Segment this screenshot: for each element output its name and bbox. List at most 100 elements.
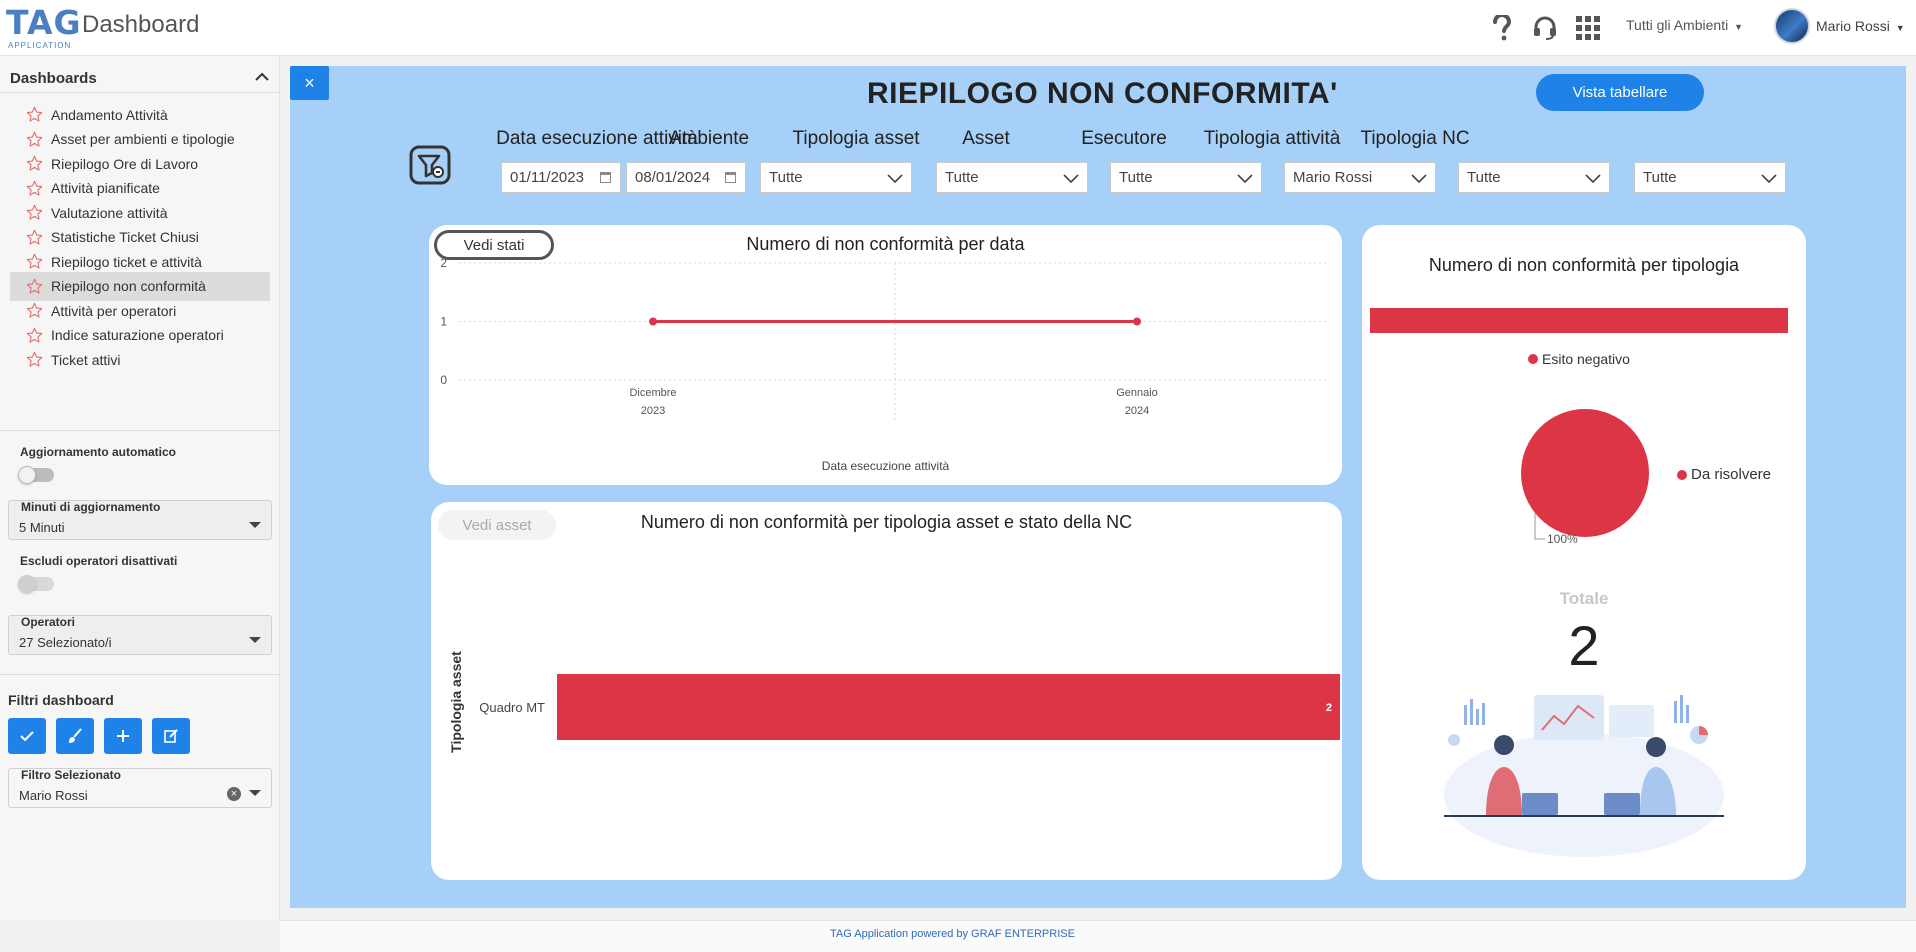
tipologia-asset-dropdown[interactable]: Tutte bbox=[936, 162, 1088, 193]
sidebar-item-label: Riepilogo ticket e attività bbox=[51, 253, 202, 270]
filters-title: Filtri dashboard bbox=[8, 692, 114, 708]
sidebar-item-label: Asset per ambienti e tipologie bbox=[51, 131, 235, 147]
environment-selector[interactable]: Tutti gli Ambienti ▼ bbox=[1626, 17, 1743, 33]
exclude-inactive-label: Escludi operatori disattivati bbox=[20, 554, 178, 568]
close-report-button[interactable]: × bbox=[290, 66, 329, 100]
star-icon[interactable] bbox=[26, 253, 43, 270]
calendar-icon[interactable] bbox=[600, 172, 611, 183]
legend-dot bbox=[1677, 469, 1687, 480]
date-from-input[interactable]: 01/11/2023 bbox=[501, 162, 621, 193]
caret-down-icon bbox=[249, 790, 261, 796]
tipologia-attivita-value: Tutte bbox=[1467, 169, 1501, 186]
esecutore-value: Mario Rossi bbox=[1293, 169, 1373, 186]
minutes-value: 5 Minuti bbox=[19, 520, 65, 535]
selected-filter-select[interactable]: Filtro Selezionato Mario Rossi × bbox=[8, 768, 272, 808]
sidebar-item-label: Statistiche Ticket Chiusi bbox=[51, 229, 199, 245]
tipologia-asset-value: Tutte bbox=[945, 169, 979, 186]
esecutore-dropdown[interactable]: Mario Rossi bbox=[1284, 162, 1436, 193]
sidebar-item-label: Attività pianificate bbox=[51, 180, 160, 196]
user-menu[interactable]: Mario Rossi ▼ bbox=[1816, 18, 1905, 34]
check-icon bbox=[20, 731, 34, 742]
auto-update-toggle[interactable] bbox=[18, 466, 54, 484]
minutes-select[interactable]: Minuti di aggiornamento 5 Minuti bbox=[8, 500, 272, 540]
footer: TAG Application powered by GRAF ENTERPRI… bbox=[280, 920, 1916, 952]
y-tick-label: 0 bbox=[440, 373, 447, 387]
apps-grid-icon[interactable] bbox=[1574, 14, 1602, 42]
sidebar-item-label: Andamento Attività bbox=[51, 106, 168, 123]
toggle-knob bbox=[18, 466, 36, 484]
star-icon[interactable] bbox=[26, 155, 43, 172]
bar bbox=[557, 674, 1340, 740]
x-tick-label: Gennaio bbox=[1116, 387, 1158, 399]
app-logo[interactable]: TAG APPLICATION bbox=[6, 3, 82, 51]
divider bbox=[0, 92, 279, 93]
tipologia-nc-dropdown[interactable]: Tutte bbox=[1634, 162, 1786, 193]
tipologia-attivita-dropdown[interactable]: Tutte bbox=[1458, 162, 1610, 193]
selected-filter-label: Filtro Selezionato bbox=[21, 768, 122, 782]
chevron-down-icon bbox=[1585, 174, 1601, 184]
sidebar-item-label: Indice saturazione operatori bbox=[51, 327, 224, 343]
totale-value: 2 bbox=[1568, 614, 1600, 677]
category-label: Quadro MT bbox=[479, 700, 545, 715]
support-headset-icon[interactable] bbox=[1531, 14, 1559, 42]
clear-icon[interactable]: × bbox=[227, 787, 241, 801]
tipologia-nc-value: Tutte bbox=[1643, 169, 1677, 186]
sidebar-item[interactable]: Ticket attivi bbox=[10, 345, 270, 374]
sidebar-item-label: Ticket attivi bbox=[51, 351, 121, 368]
asset-dropdown[interactable]: Tutte bbox=[1110, 162, 1262, 193]
clear-filter-button[interactable] bbox=[56, 718, 94, 754]
filter-icon[interactable] bbox=[409, 145, 451, 185]
data-point bbox=[649, 317, 657, 326]
page-title: Dashboard bbox=[82, 11, 200, 38]
pie-chart-plot: 100% bbox=[1521, 409, 1649, 546]
logo-text: TAG bbox=[6, 3, 82, 42]
chevron-down-icon bbox=[1761, 174, 1777, 184]
apply-filter-button[interactable] bbox=[8, 718, 46, 754]
ambiente-value: Tutte bbox=[769, 169, 803, 186]
operators-select[interactable]: Operatori 27 Selezionato/i bbox=[8, 615, 272, 655]
sidebar-item-label: Valutazione attività bbox=[51, 204, 168, 221]
star-icon[interactable] bbox=[26, 351, 43, 368]
chevron-up-icon[interactable] bbox=[253, 68, 271, 86]
star-icon[interactable] bbox=[26, 204, 43, 221]
edit-filter-button[interactable] bbox=[152, 718, 190, 754]
caret-down-icon: ▼ bbox=[1734, 22, 1744, 32]
pie-chart-card: Numero di non conformità per tipologia E… bbox=[1362, 225, 1806, 880]
add-filter-button[interactable] bbox=[104, 718, 142, 754]
ambiente-dropdown[interactable]: Tutte bbox=[760, 162, 912, 193]
user-avatar[interactable] bbox=[1774, 8, 1810, 44]
filter-label-asset: Asset bbox=[962, 128, 1010, 149]
bar-chart-plot: Quadro MT 2 bbox=[479, 674, 1340, 740]
star-icon[interactable] bbox=[26, 180, 43, 197]
bar-chart-card: Vedi asset Numero di non conformità per … bbox=[431, 502, 1342, 880]
star-icon[interactable] bbox=[26, 229, 43, 246]
line-chart-card: Vedi stati Numero di non conformità per … bbox=[429, 225, 1342, 485]
user-name: Mario Rossi bbox=[1816, 18, 1890, 34]
bar-value-label: 2 bbox=[1326, 702, 1332, 714]
help-icon[interactable] bbox=[1488, 14, 1516, 42]
date-to-value: 08/01/2024 bbox=[635, 169, 711, 186]
data-point bbox=[1133, 317, 1141, 326]
exclude-inactive-toggle[interactable] bbox=[18, 575, 54, 593]
star-icon[interactable] bbox=[26, 106, 43, 123]
table-view-button[interactable]: Vista tabellare bbox=[1536, 74, 1704, 111]
plus-icon bbox=[117, 730, 129, 742]
calendar-icon[interactable] bbox=[725, 172, 736, 183]
x-tick-label: Dicembre bbox=[629, 387, 676, 399]
sidebar-item-label: Riepilogo Ore di Lavoro bbox=[51, 155, 199, 172]
minutes-label: Minuti di aggiornamento bbox=[21, 500, 161, 514]
toggle-knob bbox=[18, 575, 36, 593]
filter-label-tipologia-nc: Tipologia NC bbox=[1360, 128, 1470, 149]
sidebar: Dashboards Andamento Attività Asset per a… bbox=[0, 56, 280, 920]
report-canvas: × RIEPILOGO NON CONFORMITA' Vista tabell… bbox=[290, 66, 1906, 908]
filter-label-esecutore: Esecutore bbox=[1081, 128, 1167, 149]
caret-down-icon: ▼ bbox=[1895, 23, 1905, 33]
chevron-down-icon bbox=[1237, 174, 1253, 184]
divider bbox=[0, 430, 279, 431]
star-icon[interactable] bbox=[26, 302, 43, 319]
star-icon[interactable] bbox=[26, 131, 43, 148]
date-to-input[interactable]: 08/01/2024 bbox=[626, 162, 746, 193]
star-icon[interactable] bbox=[26, 327, 43, 344]
divider bbox=[0, 674, 279, 675]
star-icon[interactable] bbox=[26, 278, 43, 295]
